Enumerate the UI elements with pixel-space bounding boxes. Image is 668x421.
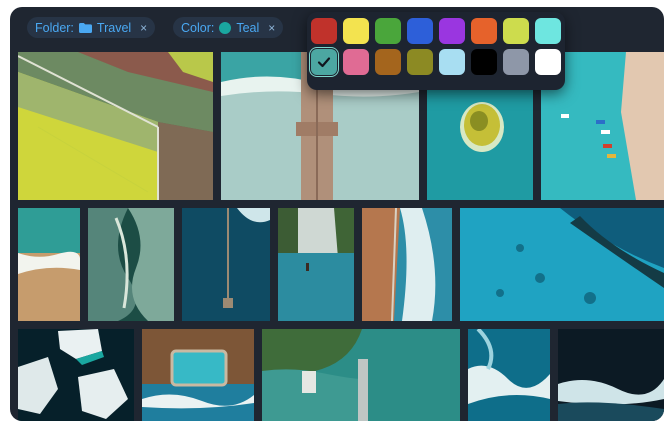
- color-swatch-white[interactable]: [535, 49, 561, 75]
- color-swatch-orange[interactable]: [471, 18, 497, 44]
- check-icon: [317, 57, 331, 68]
- photo-tidal-pool[interactable]: [142, 329, 254, 421]
- color-swatch-lime[interactable]: [503, 18, 529, 44]
- photo-sand-surf[interactable]: [18, 208, 80, 321]
- color-swatch-olive[interactable]: [407, 49, 433, 75]
- photo-dark-waves[interactable]: [558, 329, 664, 421]
- color-filter-key: Color:: [181, 20, 215, 35]
- photo-ice-floes[interactable]: [18, 329, 134, 421]
- gallery-frame: Folder: Travel × Color: Teal ×: [10, 7, 664, 421]
- color-swatch-brown[interactable]: [375, 49, 401, 75]
- color-filter-chip[interactable]: Color: Teal ×: [173, 17, 284, 38]
- folder-icon: [78, 22, 92, 33]
- color-swatch-green[interactable]: [375, 18, 401, 44]
- color-swatch-blue[interactable]: [407, 18, 433, 44]
- color-swatch-gray[interactable]: [503, 49, 529, 75]
- photo-ocean-dock[interactable]: [182, 208, 270, 321]
- color-swatch-light-blue[interactable]: [439, 49, 465, 75]
- color-swatch-yellow[interactable]: [343, 18, 369, 44]
- folder-filter-value: Travel: [96, 20, 132, 35]
- photo-reef-lagoon[interactable]: [460, 208, 664, 321]
- teal-color-dot: [219, 21, 232, 34]
- color-swatch-red[interactable]: [311, 18, 337, 44]
- color-swatch-pink[interactable]: [343, 49, 369, 75]
- color-palette-popover: [307, 12, 565, 90]
- remove-color-filter-icon[interactable]: ×: [268, 21, 275, 35]
- photo-surf-rocks[interactable]: [468, 329, 550, 421]
- color-swatch-black[interactable]: [471, 49, 497, 75]
- folder-filter-key: Folder:: [35, 20, 74, 35]
- photo-infinity-pool[interactable]: [278, 208, 354, 321]
- photo-green-coastline[interactable]: [88, 208, 174, 321]
- photo-island-lagoon[interactable]: [427, 85, 533, 200]
- photo-coast-road[interactable]: [362, 208, 452, 321]
- color-swatch-aqua[interactable]: [535, 18, 561, 44]
- photo-forest-shore[interactable]: [262, 329, 460, 421]
- folder-filter-chip[interactable]: Folder: Travel ×: [27, 17, 156, 38]
- color-swatch-purple[interactable]: [439, 18, 465, 44]
- color-swatch-teal[interactable]: [311, 49, 337, 75]
- photo-farmland-aerial[interactable]: [18, 52, 213, 200]
- remove-folder-filter-icon[interactable]: ×: [140, 21, 147, 35]
- color-filter-value: Teal: [236, 20, 260, 35]
